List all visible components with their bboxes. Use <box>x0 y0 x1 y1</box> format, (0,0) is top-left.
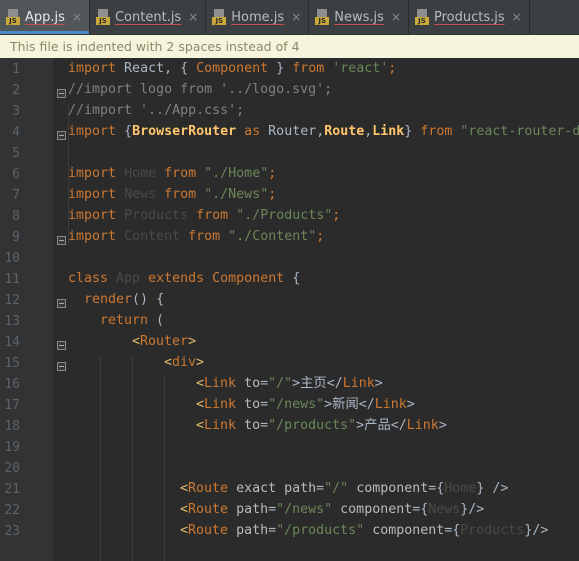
code-line: <div> <box>164 355 205 370</box>
indent-guide <box>100 356 101 561</box>
tab-products-js[interactable]: JS Products.js × <box>409 0 530 34</box>
tab-label: News.js <box>334 9 384 25</box>
line-number: 1 <box>12 62 20 77</box>
code-editor[interactable]: 1 2 3 4 5 6 7 8 9 10 11 12 13 14 15 16 1… <box>0 58 579 561</box>
line-number: 21 <box>4 482 20 497</box>
fold-marker-icon[interactable] <box>57 362 66 371</box>
js-file-icon: JS <box>6 9 20 25</box>
code-line: <Link to="/products">产品</Link> <box>196 418 447 433</box>
line-number: 3 <box>12 104 20 119</box>
line-number: 5 <box>12 146 20 161</box>
code-line: import Content from "./Content"; <box>68 229 325 244</box>
fold-marker-icon[interactable] <box>57 299 66 308</box>
js-file-icon: JS <box>212 9 227 25</box>
close-icon[interactable]: × <box>512 10 522 24</box>
close-icon[interactable]: × <box>72 10 82 24</box>
code-line: render() { <box>84 292 165 307</box>
code-line: <Link to="/news">新闻</Link> <box>196 397 415 412</box>
fold-marker-icon[interactable] <box>57 236 66 245</box>
close-icon[interactable]: × <box>188 10 198 24</box>
code-line: //import logo from '../logo.svg'; <box>68 82 333 97</box>
js-file-icon: JS <box>414 9 429 25</box>
tab-app-js[interactable]: JS App.js × <box>0 0 90 34</box>
line-number: 7 <box>12 188 20 203</box>
code-line: //import '../App.css'; <box>68 103 245 118</box>
line-number: 11 <box>4 272 20 287</box>
line-number: 14 <box>4 335 20 350</box>
line-number: 20 <box>4 461 20 476</box>
code-line: <Route path="/products" component={Produ… <box>180 523 549 538</box>
line-number: 23 <box>4 524 20 539</box>
code-line: <Link to="/">主页</Link> <box>196 376 383 391</box>
line-number-gutter: 1 2 3 4 5 6 7 8 9 10 11 12 13 14 15 16 1… <box>0 58 53 561</box>
line-number: 16 <box>4 377 20 392</box>
tab-news-js[interactable]: JS News.js × <box>309 0 409 34</box>
indentation-notice: This file is indented with 2 spaces inst… <box>0 35 579 58</box>
line-number: 18 <box>4 419 20 434</box>
js-file-icon: JS <box>95 9 110 25</box>
line-number: 8 <box>12 209 20 224</box>
line-number: 17 <box>4 398 20 413</box>
code-line: import React, { Component } from 'react'… <box>68 61 397 76</box>
line-number: 10 <box>4 251 20 266</box>
code-line: import News from "./News"; <box>68 187 277 202</box>
line-number: 6 <box>12 167 20 182</box>
line-number: 15 <box>4 356 20 371</box>
tab-content-js[interactable]: JS Content.js × <box>90 0 207 34</box>
editor-tab-bar: JS App.js × JS Content.js × JS Home.js ×… <box>0 0 579 35</box>
line-number: 22 <box>4 503 20 518</box>
code-line: import Products from "./Products"; <box>68 208 341 223</box>
line-number: 2 <box>12 83 20 98</box>
close-icon[interactable]: × <box>391 10 401 24</box>
line-number: 9 <box>12 230 20 245</box>
line-number: 13 <box>4 314 20 329</box>
indent-guide <box>164 377 165 561</box>
code-line: import {BrowserRouter as Router,Route,Li… <box>68 124 579 139</box>
line-number: 19 <box>4 440 20 455</box>
code-line: return ( <box>100 313 165 328</box>
line-number: 12 <box>4 293 20 308</box>
code-line: class App extends Component { <box>68 271 301 286</box>
code-line: import Home from "./Home"; <box>68 166 277 181</box>
fold-marker-icon[interactable] <box>57 89 66 98</box>
tab-label: Content.js <box>114 9 182 25</box>
tab-label: Home.js <box>231 9 285 25</box>
indent-guide <box>132 356 133 561</box>
tab-home-js[interactable]: JS Home.js × <box>206 0 310 34</box>
fold-marker-icon[interactable] <box>57 341 66 350</box>
close-icon[interactable]: × <box>291 10 301 24</box>
tab-label: Products.js <box>433 9 505 25</box>
js-file-icon: JS <box>315 9 330 25</box>
code-line: <Route exact path="/" component={Home} /… <box>180 481 509 496</box>
line-number: 4 <box>12 125 20 140</box>
fold-marker-icon[interactable] <box>57 131 66 140</box>
tab-label: App.js <box>25 9 65 25</box>
code-line: <Router> <box>132 334 197 349</box>
code-line: <Route path="/news" component={News}/> <box>180 502 485 517</box>
